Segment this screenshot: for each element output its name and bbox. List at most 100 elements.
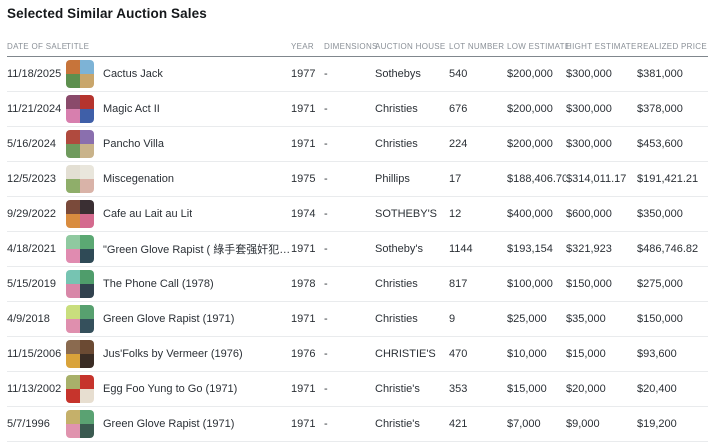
year-cell: 1974	[291, 208, 324, 220]
table-row[interactable]: 4/18/2021 "Green Glove Rapist ( 綠手套强奸犯)"…	[7, 232, 708, 267]
dimensions-cell: -	[324, 103, 375, 115]
year-cell: 1975	[291, 173, 324, 185]
dimensions-cell: -	[324, 348, 375, 360]
title-cell: Pancho Villa	[66, 130, 291, 158]
column-header-realized-price: REALIZED PRICE	[637, 42, 708, 51]
table-row[interactable]: 5/15/2019 The Phone Call (1978) 1978 - C…	[7, 267, 708, 302]
low-estimate-cell: $100,000	[507, 278, 566, 290]
realized-price-cell: $381,000	[637, 68, 708, 80]
dimensions-cell: -	[324, 208, 375, 220]
artwork-title: Cactus Jack	[103, 68, 163, 80]
hight-estimate-cell: $35,000	[566, 313, 637, 325]
auction-house-cell: Christies	[375, 103, 449, 115]
year-cell: 1971	[291, 383, 324, 395]
lot-number-cell: 17	[449, 173, 507, 185]
low-estimate-cell: $7,000	[507, 418, 566, 430]
column-header-date-of-sale: DATE OF SALE	[7, 42, 66, 51]
artwork-title: The Phone Call (1978)	[103, 278, 214, 290]
artwork-title: Miscegenation	[103, 173, 174, 185]
date-of-sale-cell: 4/9/2018	[7, 313, 66, 325]
table-row[interactable]: 11/15/2006 Jus'Folks by Vermeer (1976) 1…	[7, 337, 708, 372]
year-cell: 1971	[291, 138, 324, 150]
table-header-row: DATE OF SALE TITLE YEAR DIMENSIONS AUCTI…	[7, 42, 708, 57]
lot-number-cell: 353	[449, 383, 507, 395]
artwork-title: "Green Glove Rapist ( 綠手套强奸犯)" (1971)	[103, 241, 291, 257]
title-cell: Green Glove Rapist (1971)	[66, 305, 291, 333]
hight-estimate-cell: $321,923	[566, 243, 637, 255]
artwork-title: Magic Act II	[103, 103, 160, 115]
table-row[interactable]: 4/9/2018 Green Glove Rapist (1971) 1971 …	[7, 302, 708, 337]
auction-house-cell: CHRISTIE'S	[375, 348, 449, 360]
hight-estimate-cell: $20,000	[566, 383, 637, 395]
dimensions-cell: -	[324, 383, 375, 395]
date-of-sale-cell: 5/7/1996	[7, 418, 66, 430]
artwork-thumbnail	[66, 375, 94, 403]
realized-price-cell: $275,000	[637, 278, 708, 290]
date-of-sale-cell: 11/15/2006	[7, 348, 66, 360]
artwork-thumbnail	[66, 60, 94, 88]
year-cell: 1971	[291, 418, 324, 430]
artwork-title: Green Glove Rapist (1971)	[103, 418, 234, 430]
column-header-lot-number: LOT NUMBER	[449, 42, 507, 51]
title-cell: Egg Foo Yung to Go (1971)	[66, 375, 291, 403]
year-cell: 1971	[291, 103, 324, 115]
artwork-thumbnail	[66, 410, 94, 438]
title-cell: Jus'Folks by Vermeer (1976)	[66, 340, 291, 368]
hight-estimate-cell: $600,000	[566, 208, 637, 220]
realized-price-cell: $150,000	[637, 313, 708, 325]
year-cell: 1971	[291, 313, 324, 325]
artwork-thumbnail	[66, 340, 94, 368]
dimensions-cell: -	[324, 418, 375, 430]
table-row[interactable]: 11/13/2002 Egg Foo Yung to Go (1971) 197…	[7, 372, 708, 407]
lot-number-cell: 470	[449, 348, 507, 360]
date-of-sale-cell: 11/13/2002	[7, 383, 66, 395]
artwork-title: Jus'Folks by Vermeer (1976)	[103, 348, 243, 360]
artwork-thumbnail	[66, 305, 94, 333]
realized-price-cell: $486,746.82	[637, 243, 708, 255]
table-row[interactable]: 5/16/2024 Pancho Villa 1971 - Christies …	[7, 127, 708, 162]
auction-house-cell: Phillips	[375, 173, 449, 185]
realized-price-cell: $350,000	[637, 208, 708, 220]
date-of-sale-cell: 4/18/2021	[7, 243, 66, 255]
artwork-thumbnail	[66, 165, 94, 193]
year-cell: 1977	[291, 68, 324, 80]
page-title: Selected Similar Auction Sales	[7, 6, 708, 21]
auction-house-cell: SOTHEBY'S	[375, 208, 449, 220]
artwork-title: Pancho Villa	[103, 138, 164, 150]
realized-price-cell: $20,400	[637, 383, 708, 395]
low-estimate-cell: $10,000	[507, 348, 566, 360]
date-of-sale-cell: 5/16/2024	[7, 138, 66, 150]
hight-estimate-cell: $300,000	[566, 103, 637, 115]
table-row[interactable]: 12/5/2023 Miscegenation 1975 - Phillips …	[7, 162, 708, 197]
title-cell: Cafe au Lait au Lit	[66, 200, 291, 228]
title-cell: Miscegenation	[66, 165, 291, 193]
dimensions-cell: -	[324, 313, 375, 325]
realized-price-cell: $191,421.21	[637, 173, 708, 185]
lot-number-cell: 540	[449, 68, 507, 80]
auction-sales-page: Selected Similar Auction Sales DATE OF S…	[0, 0, 715, 442]
table-row[interactable]: 9/29/2022 Cafe au Lait au Lit 1974 - SOT…	[7, 197, 708, 232]
low-estimate-cell: $400,000	[507, 208, 566, 220]
column-header-year: YEAR	[291, 42, 324, 51]
low-estimate-cell: $200,000	[507, 103, 566, 115]
hight-estimate-cell: $300,000	[566, 138, 637, 150]
title-cell: Cactus Jack	[66, 60, 291, 88]
lot-number-cell: 421	[449, 418, 507, 430]
hight-estimate-cell: $314,011.17	[566, 173, 637, 185]
dimensions-cell: -	[324, 138, 375, 150]
date-of-sale-cell: 9/29/2022	[7, 208, 66, 220]
table-row[interactable]: 11/18/2025 Cactus Jack 1977 - Sothebys 5…	[7, 57, 708, 92]
auction-house-cell: Sothebys	[375, 68, 449, 80]
date-of-sale-cell: 5/15/2019	[7, 278, 66, 290]
hight-estimate-cell: $300,000	[566, 68, 637, 80]
dimensions-cell: -	[324, 278, 375, 290]
artwork-thumbnail	[66, 235, 94, 263]
hight-estimate-cell: $9,000	[566, 418, 637, 430]
table-row[interactable]: 11/21/2024 Magic Act II 1971 - Christies…	[7, 92, 708, 127]
realized-price-cell: $93,600	[637, 348, 708, 360]
date-of-sale-cell: 12/5/2023	[7, 173, 66, 185]
artwork-thumbnail	[66, 130, 94, 158]
title-cell: The Phone Call (1978)	[66, 270, 291, 298]
dimensions-cell: -	[324, 173, 375, 185]
lot-number-cell: 9	[449, 313, 507, 325]
